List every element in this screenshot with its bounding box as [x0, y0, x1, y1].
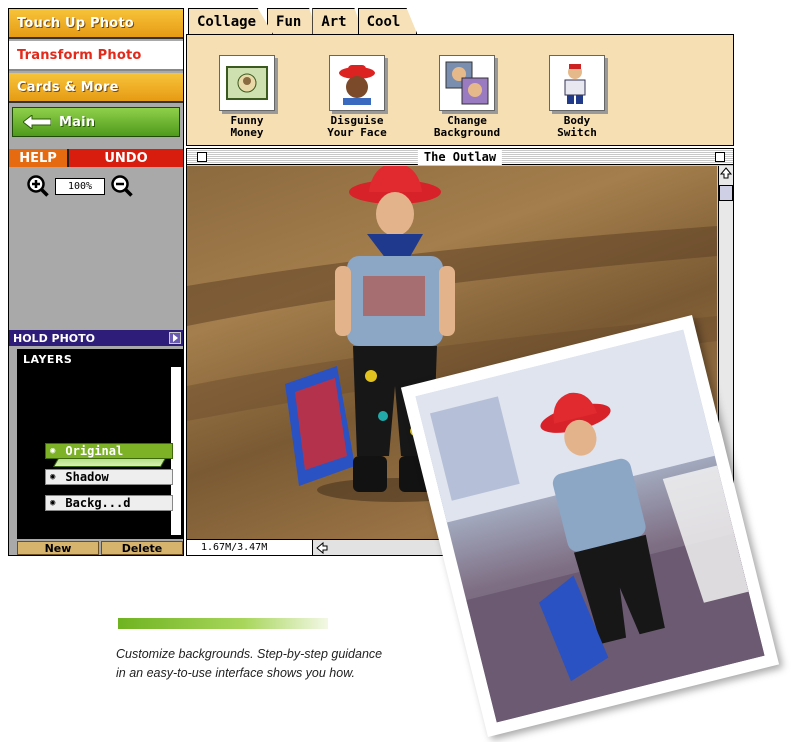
tab-cool[interactable]: Cool	[357, 8, 418, 34]
tool-label: Your Face	[327, 126, 387, 139]
layers-panel: LAYERS ◉ Original ◉ Shadow ◉ Backg...d	[17, 349, 183, 539]
new-layer-button[interactable]: New	[17, 541, 99, 555]
layer-item-original[interactable]: ◉ Original	[45, 443, 173, 459]
window-titlebar[interactable]: The Outlaw	[187, 149, 733, 165]
cards-and-more-label: Cards & More	[17, 79, 119, 95]
zoom-in-icon[interactable]	[27, 175, 49, 197]
tool-panel: Funny Money Disguise Your Face Change Ba…	[186, 34, 734, 146]
cards-and-more-button[interactable]: Cards & More	[9, 73, 183, 103]
transform-photo-label: Transform Photo	[17, 47, 142, 63]
body-switch-tool[interactable]: Body Switch	[537, 55, 617, 139]
window-title: The Outlaw	[417, 149, 503, 165]
scroll-left-arrow-icon[interactable]	[315, 541, 329, 555]
layer-label: Original	[65, 444, 124, 458]
zoom-out-icon[interactable]	[111, 175, 133, 197]
layer-item-shadow[interactable]: ◉ Shadow	[45, 469, 173, 485]
help-undo-bar: HELP UNDO	[9, 149, 183, 167]
memory-readout: 1.67M/3.47M	[187, 540, 313, 555]
help-button[interactable]: HELP	[9, 149, 69, 167]
close-box-icon[interactable]	[197, 152, 207, 162]
caption-accent-bar	[118, 618, 328, 629]
layers-title: LAYERS	[23, 353, 73, 366]
back-arrow-icon	[23, 115, 51, 129]
transform-photo-button[interactable]: Transform Photo	[9, 41, 183, 71]
layer-label: Shadow	[65, 470, 109, 484]
layer-actions: New Delete	[17, 541, 183, 555]
body-switch-icon	[549, 55, 605, 111]
visibility-eye-icon[interactable]: ◉	[50, 498, 55, 508]
change-background-tool[interactable]: Change Background	[427, 55, 507, 139]
undo-button[interactable]: UNDO	[69, 149, 183, 167]
change-background-icon	[439, 55, 495, 111]
main-label: Main	[59, 114, 96, 130]
main-button[interactable]: Main	[12, 107, 180, 137]
funny-money-tool[interactable]: Funny Money	[207, 55, 287, 139]
zoom-box-icon[interactable]	[715, 152, 725, 162]
money-icon	[219, 55, 275, 111]
zoom-level-field[interactable]: 100%	[55, 177, 105, 195]
tool-label: Money	[230, 126, 264, 139]
layer-label: Backg...d	[65, 496, 131, 510]
caption-line: in an easy-to-use interface shows you ho…	[116, 666, 356, 680]
hold-photo-label: HOLD PHOTO	[13, 331, 96, 345]
layer-item-background[interactable]: ◉ Backg...d	[45, 495, 173, 511]
caption-text: Customize backgrounds. Step-by-step guid…	[116, 645, 436, 683]
touch-up-photo-button[interactable]: Touch Up Photo	[9, 9, 183, 39]
tab-fun[interactable]: Fun	[267, 8, 319, 34]
delete-layer-button[interactable]: Delete	[101, 541, 183, 555]
tab-art[interactable]: Art	[312, 8, 364, 34]
visibility-eye-icon[interactable]: ◉	[50, 472, 55, 482]
hold-photo-arrow-icon[interactable]	[169, 332, 181, 344]
hold-photo-bar[interactable]: HOLD PHOTO	[9, 330, 183, 346]
zoom-controls: 100%	[27, 175, 133, 197]
tool-label: Switch	[557, 126, 597, 139]
category-tabs: Collage Fun Art Cool	[188, 8, 418, 34]
scroll-thumb[interactable]	[719, 185, 733, 201]
tab-collage[interactable]: Collage	[188, 8, 274, 34]
disguise-face-tool[interactable]: Disguise Your Face	[317, 55, 397, 139]
tool-label: Background	[433, 126, 501, 139]
caption-line: Customize backgrounds. Step-by-step guid…	[116, 647, 383, 661]
scroll-up-arrow-icon[interactable]	[719, 166, 733, 180]
visibility-eye-icon[interactable]: ◉	[50, 446, 55, 456]
disguise-face-icon	[329, 55, 385, 111]
sidebar: Touch Up Photo Transform Photo Cards & M…	[8, 8, 184, 556]
touch-up-photo-label: Touch Up Photo	[17, 15, 134, 31]
